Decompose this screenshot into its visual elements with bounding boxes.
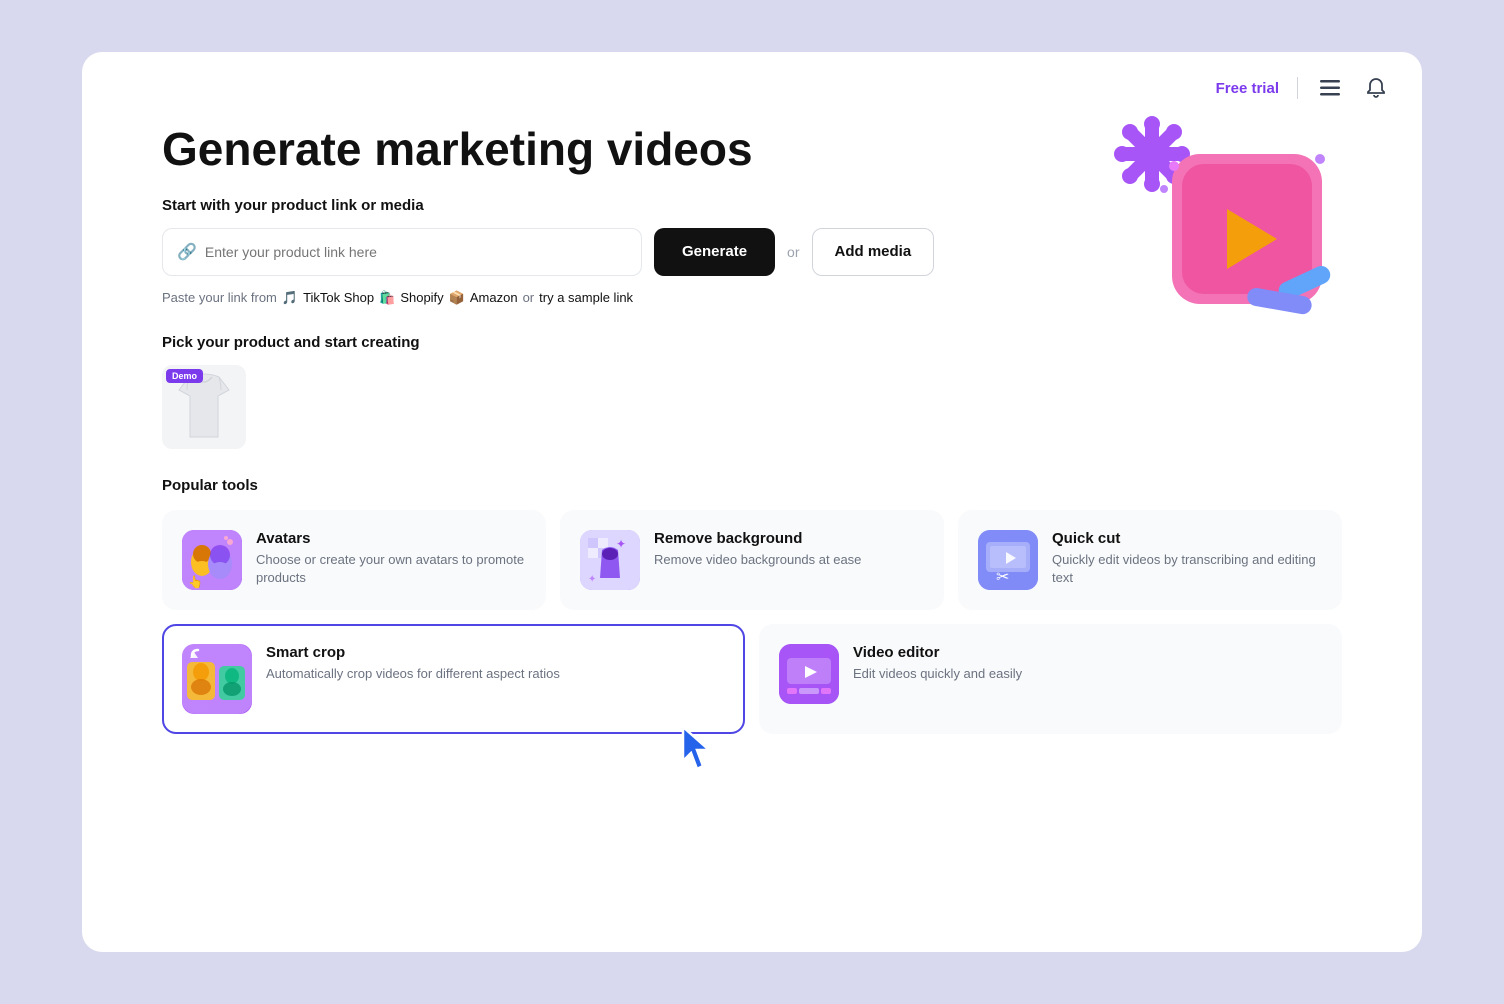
video-editor-text: Video editor Edit videos quickly and eas… <box>853 644 1022 683</box>
page-title: Generate marketing videos <box>162 124 1342 175</box>
remove-bg-name: Remove background <box>654 530 861 547</box>
popular-tools-section: Popular tools <box>162 477 1342 734</box>
quick-cut-name: Quick cut <box>1052 530 1322 547</box>
shopify-icon: 🛍️ <box>379 290 395 306</box>
main-content: Generate marketing videos Start with you… <box>82 114 1422 774</box>
remove-bg-icon: ✦ ✦ <box>580 530 640 590</box>
paste-label: Paste your link from <box>162 290 277 305</box>
pick-title: Pick your product and start creating <box>162 334 1342 351</box>
svg-text:✦: ✦ <box>588 574 596 585</box>
remove-bg-text: Remove background Remove video backgroun… <box>654 530 861 569</box>
link-icon: 🔗 <box>177 242 197 262</box>
top-bar: Free trial <box>82 52 1422 114</box>
video-editor-name: Video editor <box>853 644 1022 661</box>
sample-link[interactable]: try a sample link <box>539 290 633 305</box>
pick-section: Pick your product and start creating Dem… <box>162 334 1342 449</box>
tool-card-video-editor[interactable]: Video editor Edit videos quickly and eas… <box>759 624 1342 734</box>
tool-card-avatars[interactable]: 👆 Avatars Choose or create your own avat… <box>162 510 546 610</box>
video-editor-desc: Edit videos quickly and easily <box>853 665 1022 683</box>
tool-card-quick-cut[interactable]: ✂ Quick cut Quickly edit videos by trans… <box>958 510 1342 610</box>
hero-section: Generate marketing videos Start with you… <box>162 124 1342 449</box>
tool-card-smart-crop[interactable]: Smart crop Automatically crop videos for… <box>162 624 745 734</box>
shopify-link[interactable]: Shopify <box>400 290 443 305</box>
smart-crop-icon <box>182 644 252 714</box>
tiktok-shop-link[interactable]: TikTok Shop <box>303 290 374 305</box>
quick-cut-desc: Quickly edit videos by transcribing and … <box>1052 551 1322 587</box>
smart-crop-text: Smart crop Automatically crop videos for… <box>266 644 560 683</box>
avatars-text: Avatars Choose or create your own avatar… <box>256 530 526 587</box>
input-subtitle: Start with your product link or media <box>162 197 1342 214</box>
svg-text:✦: ✦ <box>616 537 626 551</box>
svg-text:👆: 👆 <box>188 575 203 589</box>
popular-tools-title: Popular tools <box>162 477 1342 494</box>
amazon-icon: 📦 <box>449 290 465 306</box>
input-row: 🔗 Generate or Add media <box>162 228 1342 276</box>
product-input-wrap[interactable]: 🔗 <box>162 228 642 276</box>
amazon-link[interactable]: Amazon <box>470 290 518 305</box>
svg-text:✂: ✂ <box>996 569 1009 586</box>
menu-icon[interactable] <box>1316 74 1344 102</box>
divider <box>1297 77 1298 99</box>
demo-product-card[interactable]: Demo <box>162 365 246 449</box>
add-media-button[interactable]: Add media <box>812 228 935 276</box>
main-window: Free trial <box>82 52 1422 952</box>
bell-icon[interactable] <box>1362 74 1390 102</box>
tools-grid-row1: 👆 Avatars Choose or create your own avat… <box>162 510 1342 610</box>
cursor-pointer <box>677 723 723 782</box>
tool-card-remove-bg[interactable]: ✦ ✦ Remove background Remove video backg… <box>560 510 944 610</box>
remove-bg-desc: Remove video backgrounds at ease <box>654 551 861 569</box>
generate-button[interactable]: Generate <box>654 228 775 276</box>
tools-grid-row2: Smart crop Automatically crop videos for… <box>162 624 1342 734</box>
tiktok-icon: 🎵 <box>282 290 298 306</box>
demo-badge: Demo <box>166 369 203 383</box>
avatars-name: Avatars <box>256 530 526 547</box>
smart-crop-desc: Automatically crop videos for different … <box>266 665 560 683</box>
free-trial-link[interactable]: Free trial <box>1216 80 1279 97</box>
product-input[interactable] <box>205 244 627 260</box>
paste-hint: Paste your link from 🎵 TikTok Shop 🛍️ Sh… <box>162 290 1342 306</box>
video-editor-icon <box>779 644 839 704</box>
or-label: or <box>787 244 799 260</box>
avatars-desc: Choose or create your own avatars to pro… <box>256 551 526 587</box>
quick-cut-text: Quick cut Quickly edit videos by transcr… <box>1052 530 1322 587</box>
smart-crop-name: Smart crop <box>266 644 560 661</box>
quick-cut-icon: ✂ <box>978 530 1038 590</box>
avatars-icon: 👆 <box>182 530 242 590</box>
or2-label: or <box>523 290 535 305</box>
